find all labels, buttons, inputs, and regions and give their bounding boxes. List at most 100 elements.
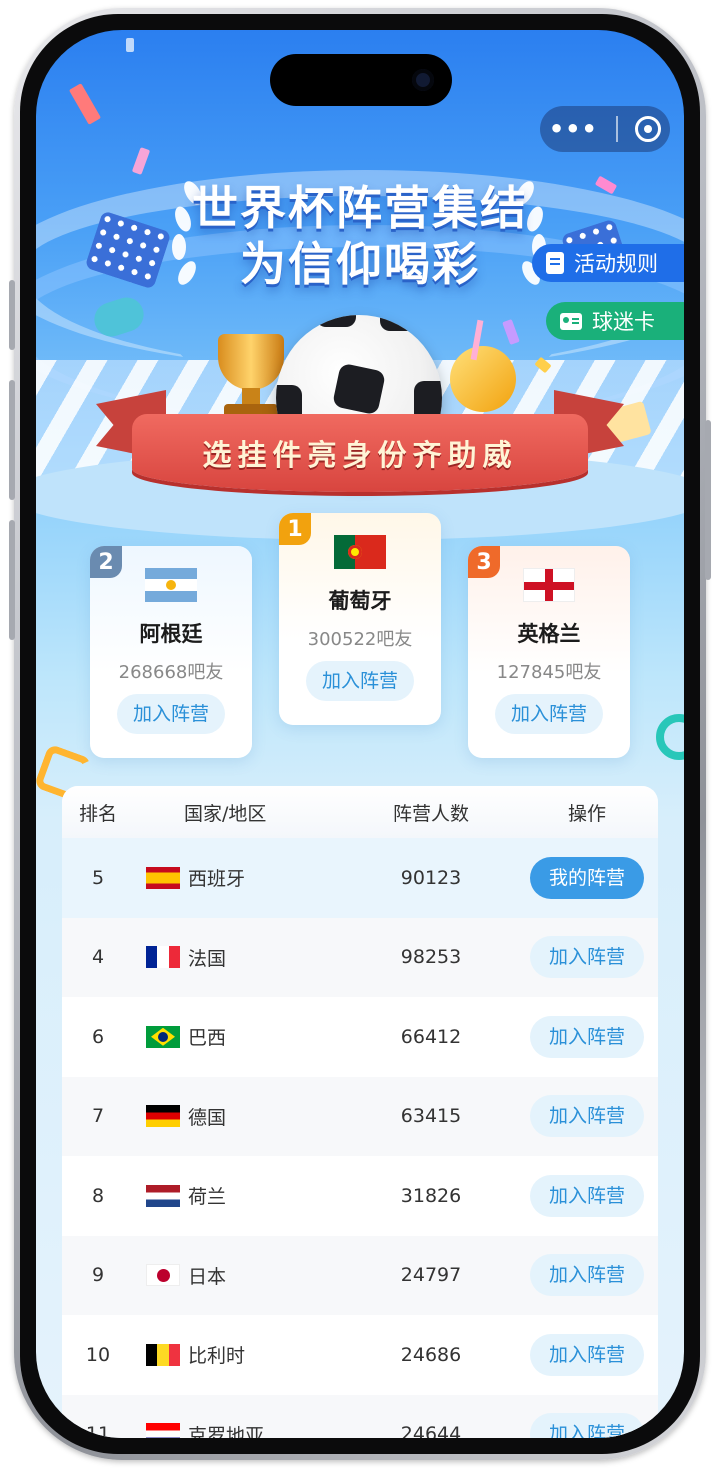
flag-portugal-icon — [334, 535, 386, 569]
flag-spain-icon — [146, 866, 180, 889]
row-rank: 6 — [91, 1025, 105, 1048]
my-camp-button[interactable]: 我的阵营 — [530, 856, 644, 899]
flag-belgium-icon — [146, 1343, 180, 1366]
close-miniprogram-icon[interactable] — [635, 116, 662, 142]
podium-card-rank2: 2 阿根廷 268668吧友 加入阵营 — [90, 546, 252, 758]
document-icon — [546, 252, 564, 274]
row-country: 西班牙 — [134, 864, 346, 891]
row-rank: 9 — [91, 1264, 105, 1287]
row-country: 日本 — [134, 1262, 346, 1289]
row-country-name: 巴西 — [188, 1027, 227, 1050]
row-members: 31826 — [400, 1184, 462, 1207]
join-camp-button[interactable]: 加入阵营 — [530, 1413, 644, 1438]
podium-member-count: 268668吧友 — [118, 662, 224, 683]
row-rank: 11 — [85, 1423, 111, 1438]
join-camp-button[interactable]: 加入阵营 — [530, 1095, 644, 1138]
join-camp-button[interactable]: 加入阵营 — [530, 936, 644, 979]
ring-deco-icon — [656, 714, 684, 760]
join-camp-button[interactable]: 加入阵营 — [530, 1015, 644, 1058]
row-country-name: 荷兰 — [188, 1186, 227, 1209]
capsule-divider — [615, 116, 618, 142]
table-header: 排名 国家/地区 阵营人数 操作 — [62, 786, 658, 838]
activity-rules-button[interactable]: 活动规则 — [532, 244, 684, 282]
podium-country-name: 葡萄牙 — [328, 589, 392, 613]
row-rank: 4 — [91, 946, 105, 969]
join-camp-button[interactable]: 加入阵营 — [530, 1254, 644, 1297]
header-action: 操作 — [567, 802, 606, 825]
id-card-icon — [560, 312, 582, 330]
phone-power-button — [705, 420, 711, 580]
ribbon-text: 选挂件亮身份齐助威 — [202, 438, 518, 472]
flag-brazil-icon — [146, 1025, 180, 1048]
fan-card-label: 球迷卡 — [592, 310, 655, 334]
ribbon-slogan: 选挂件亮身份齐助威 — [132, 414, 588, 492]
row-country: 荷兰 — [134, 1182, 346, 1209]
golden-cup-icon — [444, 319, 524, 420]
table-row: 7 德国 63415 加入阵营 — [62, 1077, 658, 1157]
row-country: 比利时 — [134, 1341, 346, 1368]
row-rank: 5 — [91, 866, 105, 889]
row-members: 98253 — [400, 946, 462, 969]
phone-volume-up — [9, 380, 15, 500]
row-members: 66412 — [400, 1025, 462, 1048]
table-row: 4 法国 98253 加入阵营 — [62, 918, 658, 998]
table-row: 10 比利时 24686 加入阵营 — [62, 1315, 658, 1395]
row-country: 巴西 — [134, 1023, 346, 1050]
row-country-name: 日本 — [188, 1265, 227, 1288]
flag-argentina-icon — [145, 568, 197, 602]
row-country-name: 法国 — [188, 947, 227, 970]
more-menu-icon[interactable]: ••• — [549, 117, 598, 141]
row-country-name: 德国 — [188, 1106, 227, 1129]
podium-country-name: 英格兰 — [517, 622, 581, 646]
join-camp-button[interactable]: 加入阵营 — [305, 661, 414, 701]
header-country: 国家/地区 — [184, 802, 267, 825]
fan-card-button[interactable]: 球迷卡 — [546, 302, 684, 340]
row-country: 克罗地亚 — [134, 1421, 346, 1438]
table-row: 11 克罗地亚 24644 加入阵营 — [62, 1395, 658, 1438]
table-row: 5 西班牙 90123 我的阵营 — [62, 838, 658, 918]
flag-croatia-icon — [146, 1423, 180, 1438]
row-country: 德国 — [134, 1103, 346, 1130]
table-row: 6 巴西 66412 加入阵营 — [62, 997, 658, 1077]
join-camp-button[interactable]: 加入阵营 — [530, 1333, 644, 1376]
phone-volume-down — [9, 520, 15, 640]
podium-member-count: 300522吧友 — [307, 629, 413, 650]
table-row: 8 荷兰 31826 加入阵营 — [62, 1156, 658, 1236]
join-camp-button[interactable]: 加入阵营 — [494, 694, 603, 734]
phone-side-button — [9, 280, 15, 350]
podium-country-name: 阿根廷 — [139, 622, 203, 646]
flag-england-icon — [523, 568, 575, 602]
flag-netherlands-icon — [146, 1184, 180, 1207]
row-members: 24797 — [400, 1264, 462, 1287]
dynamic-island — [270, 54, 452, 106]
activity-rules-label: 活动规则 — [574, 252, 658, 276]
header-members: 阵营人数 — [392, 802, 469, 825]
row-country-name: 克罗地亚 — [188, 1424, 265, 1438]
row-country: 法国 — [134, 944, 346, 971]
row-rank: 8 — [91, 1184, 105, 1207]
table-row: 9 日本 24797 加入阵营 — [62, 1236, 658, 1316]
flag-japan-icon — [146, 1264, 180, 1287]
flag-germany-icon — [146, 1105, 180, 1128]
row-members: 90123 — [400, 866, 462, 889]
row-rank: 10 — [85, 1343, 111, 1366]
join-camp-button[interactable]: 加入阵营 — [530, 1174, 644, 1217]
join-camp-button[interactable]: 加入阵营 — [116, 694, 225, 734]
podium-card-rank1: 1 葡萄牙 300522吧友 加入阵营 — [279, 513, 441, 725]
row-country-name: 西班牙 — [188, 868, 246, 891]
flag-france-icon — [146, 946, 180, 969]
row-rank: 7 — [91, 1105, 105, 1128]
podium-card-rank3: 3 英格兰 127845吧友 加入阵营 — [468, 546, 630, 758]
row-members: 24686 — [400, 1343, 462, 1366]
screen: 世界杯阵营集结 为信仰喝彩 选挂件亮身份齐助威 ••• 活动规则 球迷卡 2 阿… — [36, 30, 684, 1438]
podium-member-count: 127845吧友 — [496, 662, 602, 683]
ranking-table: 排名 国家/地区 阵营人数 操作 5 西班牙 90123 我的阵营 4 法国 9… — [62, 786, 658, 1438]
header-rank: 排名 — [78, 802, 117, 825]
row-country-name: 比利时 — [188, 1345, 246, 1368]
rank-badge: 1 — [279, 513, 311, 545]
miniprogram-capsule: ••• — [540, 106, 670, 152]
rank-badge: 3 — [468, 546, 500, 578]
row-members: 63415 — [400, 1105, 462, 1128]
rank-badge: 2 — [90, 546, 122, 578]
row-members: 24644 — [400, 1423, 462, 1438]
